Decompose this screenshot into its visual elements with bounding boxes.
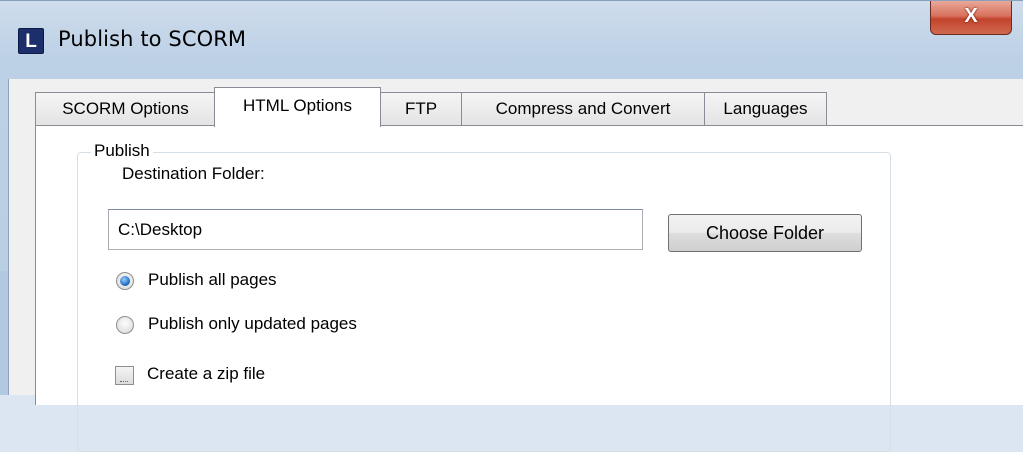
app-logo-icon: L (18, 28, 44, 54)
radio-selected-dot (120, 276, 130, 286)
tab-html-options[interactable]: HTML Options (214, 87, 381, 127)
html-options-panel: Publish Destination Folder: Choose Folde… (35, 125, 1023, 452)
dialog-window: L Publish to SCORM X SCORM Options HTML … (0, 0, 1023, 452)
tab-compress-and-convert[interactable]: Compress and Convert (461, 92, 705, 126)
choose-folder-button[interactable]: Choose Folder (668, 214, 862, 252)
publish-all-pages-radio[interactable] (116, 272, 134, 290)
publish-all-pages-label[interactable]: Publish all pages (148, 270, 277, 290)
tab-languages[interactable]: Languages (704, 92, 827, 126)
tab-ftp[interactable]: FTP (380, 92, 462, 126)
close-button[interactable]: X (930, 1, 1012, 35)
window-title: Publish to SCORM (58, 27, 247, 51)
destination-folder-label: Destination Folder: (122, 164, 265, 183)
checkbox-focus-mark (120, 380, 128, 382)
window-frame-edge (0, 271, 8, 395)
publish-group-label: Publish (91, 141, 153, 161)
publish-updated-pages-radio[interactable] (116, 316, 134, 334)
publish-groupbox: Publish Destination Folder: (77, 141, 891, 452)
create-zip-checkbox[interactable] (115, 366, 134, 385)
title-bar[interactable]: L Publish to SCORM X (0, 1, 1023, 79)
tab-scorm-options[interactable]: SCORM Options (35, 92, 216, 126)
create-zip-label[interactable]: Create a zip file (147, 364, 265, 384)
dialog-client-area: SCORM Options HTML Options FTP Compress … (8, 79, 1023, 452)
destination-folder-input[interactable] (108, 209, 643, 250)
publish-updated-pages-label[interactable]: Publish only updated pages (148, 314, 357, 334)
